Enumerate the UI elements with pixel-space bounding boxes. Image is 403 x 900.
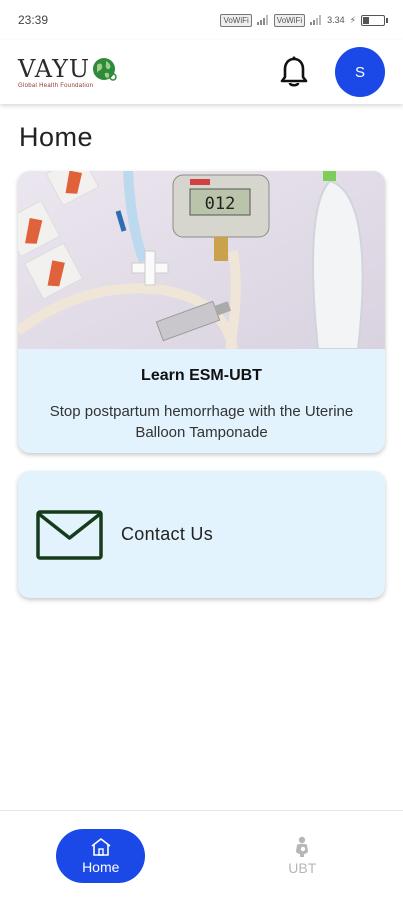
logo-tagline: Global Health Foundation: [18, 82, 94, 89]
learn-card-subtitle: Stop postpartum hemorrhage with the Uter…: [49, 403, 354, 441]
app-bar: VAYU Global Health Foundation S: [0, 40, 403, 104]
nav-home-label: Home: [82, 858, 120, 875]
learn-esm-ubt-card[interactable]: 012 Learn ESM-UBT Stop postpartum hemorr…: [18, 171, 385, 453]
profile-avatar-button[interactable]: S: [335, 47, 385, 97]
logo-wordmark: VAYU: [18, 54, 91, 83]
signal-icon: [256, 15, 268, 25]
home-icon: [91, 837, 111, 856]
vayu-logo: VAYU Global Health Foundation: [18, 56, 117, 89]
charging-icon: ⚡: [349, 14, 356, 25]
nav-home-tab[interactable]: Home: [56, 828, 146, 883]
bottom-navigation: Home UBT: [0, 810, 403, 900]
notifications-button[interactable]: [277, 55, 311, 89]
battery-icon: [361, 14, 388, 26]
bell-icon: [280, 56, 308, 87]
signal-icon-2: [310, 15, 322, 25]
vowifi-badge-2: VoWiFi: [273, 13, 306, 27]
nav-ubt-label: UBT: [288, 859, 317, 876]
nav-ubt-tab[interactable]: UBT: [258, 829, 347, 883]
ubt-kit-image: 012: [18, 171, 385, 349]
vowifi-badge: VoWiFi: [220, 13, 252, 27]
globe-logo-icon: [93, 57, 117, 81]
contact-us-label: Contact Us: [121, 524, 214, 544]
mail-icon: [36, 509, 103, 560]
net-speed: 3.34: [327, 15, 345, 25]
avatar-initial: S: [354, 63, 365, 81]
contact-us-card[interactable]: Contact Us: [18, 471, 385, 598]
ubt-icon: [296, 836, 309, 857]
page-title: Home: [19, 122, 94, 152]
gauge-reading: 012: [205, 194, 236, 214]
status-time: 23:39: [18, 13, 49, 27]
learn-card-title: Learn ESM-UBT: [141, 367, 262, 384]
status-icons: VoWiFi VoWiFi 3.34 ⚡: [220, 13, 388, 27]
status-bar: 23:39 VoWiFi VoWiFi 3.34 ⚡: [0, 0, 403, 40]
